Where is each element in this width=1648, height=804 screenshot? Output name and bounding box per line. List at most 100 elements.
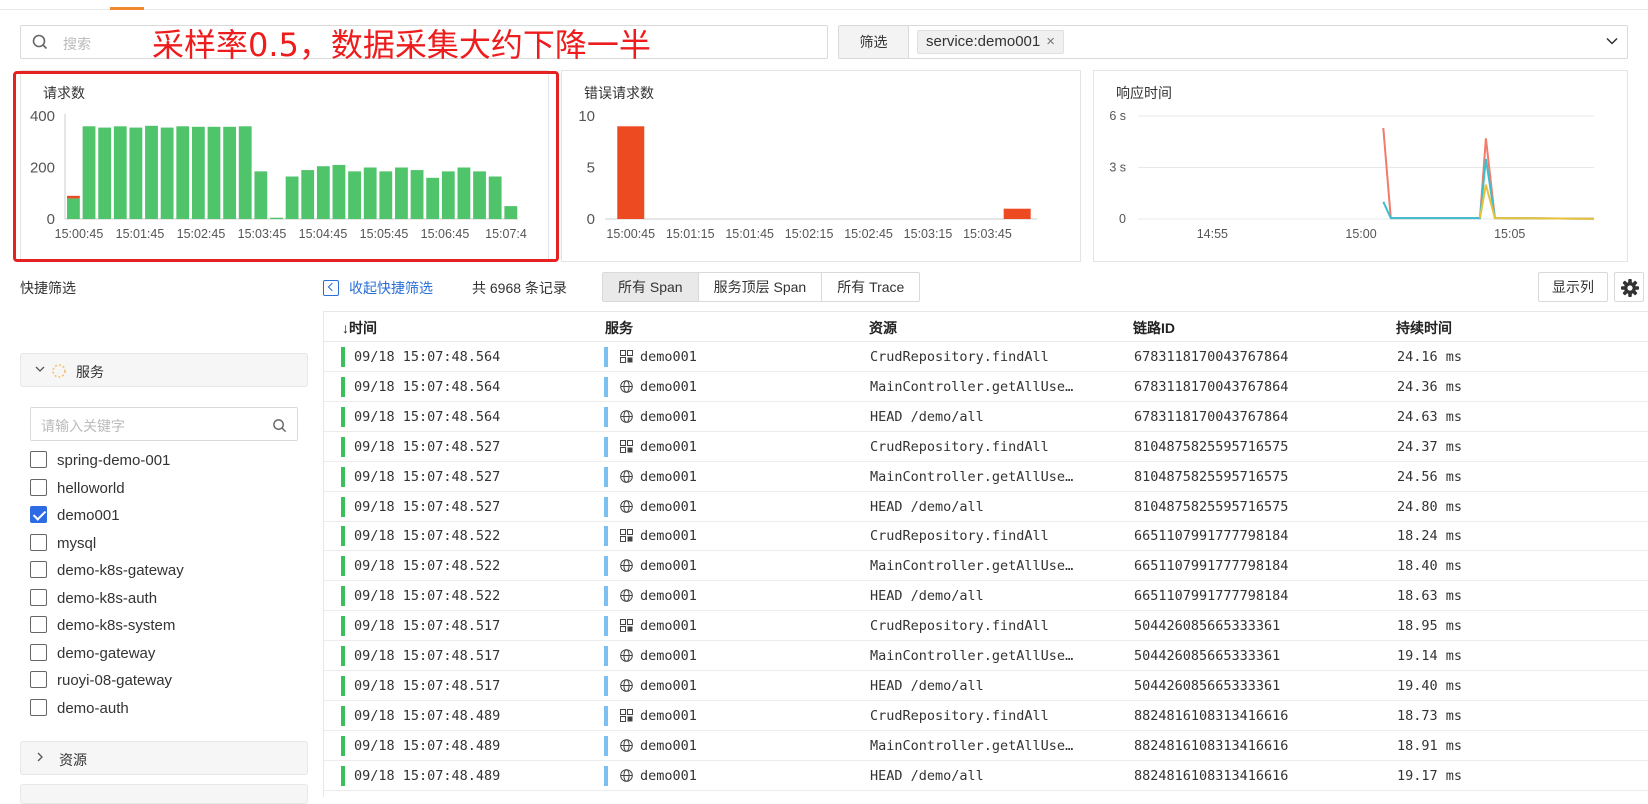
service-color-bar	[604, 705, 608, 726]
active-tab-indicator	[110, 7, 144, 10]
y-tick-label: 3 s	[1109, 161, 1126, 175]
x-tick-label: 15:03:45	[963, 227, 1012, 241]
table-row[interactable]: 09/18 15:07:48.564 demo001 MainController.…	[324, 372, 1648, 402]
table-row[interactable]: 09/18 15:07:48.517 demo001 CrudRepository.…	[324, 611, 1648, 642]
cell-duration: 18.73 ms	[1397, 707, 1463, 724]
search-icon	[273, 419, 287, 433]
checkbox[interactable]	[30, 506, 47, 523]
cell-resource: MainController.getAllUse…	[870, 558, 1074, 575]
bar	[395, 167, 408, 219]
service-option[interactable]: demo-k8s-gateway	[30, 561, 184, 581]
close-icon[interactable]: ×	[1046, 33, 1055, 50]
cell-service: demo001	[640, 677, 697, 694]
cell-trace-id: 6651107991777798184	[1134, 558, 1289, 575]
bar	[223, 126, 237, 219]
service-color-bar	[604, 436, 608, 457]
keyword-input[interactable]: 请输入关键字	[30, 407, 298, 441]
checkbox[interactable]	[30, 698, 47, 716]
checkbox[interactable]	[30, 616, 47, 633]
service-option[interactable]: demo-auth	[30, 698, 129, 719]
service-option[interactable]: demo-gateway	[30, 643, 155, 664]
filter-bar[interactable]: 筛选 service:demo001 ×	[838, 25, 1628, 59]
cell-trace-id: 6651107991777798184	[1134, 528, 1289, 545]
bar	[207, 126, 221, 219]
errors-chart[interactable]: 10 5 0 15:00:45 15:01:15 15:01:45 15:02:15 15:0…	[562, 71, 1082, 263]
checkbox[interactable]	[30, 533, 47, 551]
cell-time: 09/18 15:07:48.489	[354, 737, 501, 754]
service-option[interactable]: helloworld	[30, 478, 125, 499]
table-row[interactable]: 09/18 15:07:48.489 demo001 CrudRepository.…	[324, 701, 1648, 731]
resource-facet-header[interactable]: 资源	[20, 741, 308, 775]
globe-icon	[620, 380, 633, 393]
cell-service: demo001	[640, 767, 697, 784]
collapse-quick-filter-link[interactable]: 收起快捷筛选	[323, 278, 433, 298]
table-row[interactable]: 09/18 15:07:48.522 demo001 HEAD /demo/all 6…	[324, 581, 1648, 612]
filter-tag[interactable]: service:demo001 ×	[917, 30, 1064, 54]
service-option[interactable]: mysql	[30, 533, 97, 554]
keyword-placeholder: 请输入关键字	[41, 418, 125, 434]
service-option[interactable]: demo-k8s-auth	[30, 588, 157, 609]
table-row[interactable]: 09/18 15:07:48.564 demo001 CrudRepository.…	[324, 342, 1648, 372]
service-option[interactable]: demo-k8s-system	[30, 616, 175, 636]
cell-duration: 18.40 ms	[1397, 558, 1463, 575]
col-time[interactable]: ↓时间	[342, 318, 377, 338]
service-color-bar	[604, 347, 608, 367]
checkbox[interactable]	[30, 561, 47, 578]
col-duration[interactable]: 持续时间	[1396, 318, 1452, 338]
status-bar	[341, 705, 345, 726]
table-row[interactable]: 09/18 15:07:48.517 demo001 MainController.…	[324, 641, 1648, 671]
cell-resource: HEAD /demo/all	[870, 588, 984, 605]
table-row[interactable]: 09/18 15:07:48.527 demo001 HEAD /demo/all 8…	[324, 492, 1648, 522]
columns-button[interactable]: 显示列	[1538, 272, 1608, 302]
col-service[interactable]: 服务	[605, 318, 633, 338]
table-row[interactable]: 09/18 15:07:48.489 demo001 MainController.…	[324, 731, 1648, 761]
table-row[interactable]: 09/18 15:07:48.489 demo001 HEAD /demo/all 8…	[324, 761, 1648, 791]
table-row[interactable]: 09/18 15:07:48.527 demo001 MainController.…	[324, 462, 1648, 492]
next-facet-header[interactable]	[20, 784, 308, 804]
cell-trace-id: 6783118170043767864	[1134, 378, 1289, 395]
x-tick-label: 15:05:45	[360, 227, 409, 241]
x-tick-label: 15:05	[1494, 227, 1525, 241]
cell-trace-id: 6651107991777798184	[1134, 588, 1289, 605]
service-facet-header[interactable]: 服务	[20, 353, 308, 387]
cell-duration: 24.63 ms	[1397, 408, 1463, 425]
checkbox[interactable]	[30, 478, 47, 496]
table-row[interactable]: 09/18 15:07:48.517 demo001 HEAD /demo/all 5…	[324, 671, 1648, 701]
service-color-bar	[604, 646, 608, 666]
checkbox[interactable]	[30, 588, 47, 606]
x-tick-label: 15:04:45	[299, 227, 348, 241]
cell-duration: 18.91 ms	[1397, 737, 1463, 754]
col-resource[interactable]: 资源	[869, 318, 897, 338]
table-row[interactable]: 09/18 15:07:48.522 demo001 CrudRepository.…	[324, 521, 1648, 552]
settings-button[interactable]	[1614, 272, 1644, 302]
tab-service-top-span[interactable]: 服务顶层 Span	[697, 273, 822, 301]
table-row[interactable]: 09/18 15:07:48.522 demo001 MainController.…	[324, 551, 1648, 582]
col-trace-id[interactable]: 链路ID	[1133, 318, 1175, 338]
gear-icon	[1621, 279, 1639, 297]
service-option-label: mysql	[57, 534, 97, 552]
bar	[191, 126, 205, 219]
cell-service: demo001	[640, 558, 697, 575]
bar	[504, 206, 518, 219]
tab-all-trace[interactable]: 所有 Trace	[821, 273, 919, 301]
filter-label: 筛选	[839, 26, 909, 58]
chevron-down-icon[interactable]	[1605, 34, 1619, 48]
service-option[interactable]: demo001	[30, 506, 120, 526]
checkbox[interactable]	[30, 643, 47, 661]
table-row[interactable]: 09/18 15:07:48.564 demo001 HEAD /demo/all 6…	[324, 402, 1648, 432]
y-tick-label: 200	[30, 160, 55, 177]
service-option[interactable]: spring-demo-001	[30, 451, 170, 471]
latency-chart[interactable]: 6 s 3 s 0 14:55 15:00 15:05	[1094, 71, 1629, 263]
tab-all-span[interactable]: 所有 Span	[603, 273, 698, 301]
checkbox[interactable]	[30, 671, 47, 688]
checkbox[interactable]	[30, 451, 47, 468]
table-row[interactable]: 09/18 15:07:48.527 demo001 CrudRepository.…	[324, 432, 1648, 462]
cell-resource: MainController.getAllUse…	[870, 737, 1074, 754]
cell-service: demo001	[640, 498, 697, 515]
status-bar	[341, 586, 345, 607]
x-tick-label: 15:00:45	[606, 227, 655, 241]
cell-trace-id: 504426085665333361	[1134, 618, 1281, 635]
requests-chart[interactable]: 400 200 015:00:45 15:01:45 15:02:45 15:03:45 1…	[21, 71, 550, 263]
service-option[interactable]: ruoyi-08-gateway	[30, 671, 172, 691]
filter-tag-text: service:demo001	[926, 33, 1041, 50]
